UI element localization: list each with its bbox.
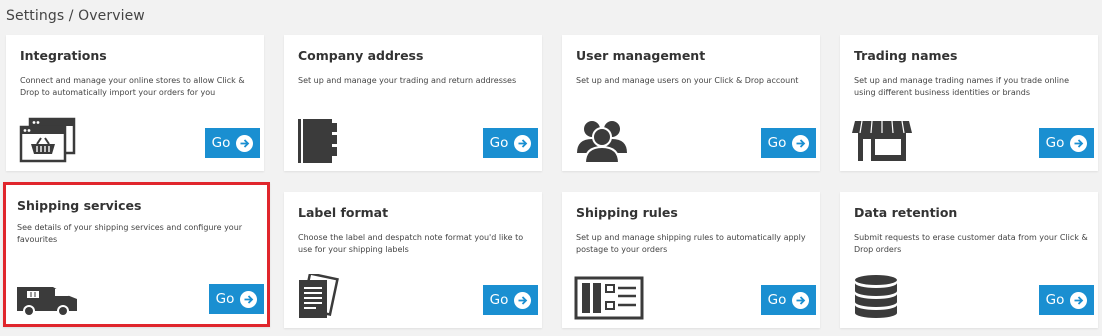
database-icon <box>852 274 912 320</box>
card-description: See details of your shipping services an… <box>17 223 243 244</box>
card-description: Connect and manage your online stores to… <box>20 76 245 97</box>
go-button-label: Go <box>1045 292 1065 308</box>
delivery-van-icon <box>15 273 81 319</box>
users-icon <box>574 117 634 164</box>
card-company-address: Company address Set up and manage your t… <box>284 35 542 171</box>
card-label-format: Label format Choose the label and despat… <box>284 192 542 328</box>
go-button-label: Go <box>767 292 787 308</box>
go-button[interactable]: Go <box>209 284 264 314</box>
go-button[interactable]: Go <box>761 128 816 158</box>
online-store-icon <box>18 117 78 163</box>
breadcrumb: Settings / Overview <box>6 8 145 24</box>
go-button-label: Go <box>489 292 509 308</box>
arrow-right-icon <box>1070 134 1088 152</box>
go-button-label: Go <box>1045 135 1065 151</box>
card-shipping-services: Shipping services See details of your sh… <box>3 182 270 327</box>
card-data-retention: Data retention Submit requests to erase … <box>840 192 1098 328</box>
card-description: Set up and manage your trading and retur… <box>298 76 517 85</box>
card-title: Integrations <box>20 48 107 63</box>
documents-icon <box>296 272 356 320</box>
card-description: Set up and manage users on your Click & … <box>576 76 799 85</box>
go-button-label: Go <box>489 135 509 151</box>
go-button-label: Go <box>767 135 787 151</box>
storefront-icon <box>852 117 912 163</box>
go-button[interactable]: Go <box>1039 285 1094 315</box>
go-button[interactable]: Go <box>205 128 260 158</box>
arrow-right-icon <box>792 134 810 152</box>
go-button[interactable]: Go <box>483 128 538 158</box>
card-title: Shipping services <box>17 198 142 213</box>
go-button[interactable]: Go <box>761 285 816 315</box>
card-title: Trading names <box>854 48 958 63</box>
card-description: Set up and manage shipping rules to auto… <box>576 233 806 254</box>
card-title: User management <box>576 48 706 63</box>
go-button[interactable]: Go <box>483 285 538 315</box>
card-description: Submit requests to erase customer data f… <box>854 233 1088 254</box>
arrow-right-icon <box>514 134 532 152</box>
arrow-right-icon <box>792 291 810 309</box>
arrow-right-icon <box>1070 291 1088 309</box>
go-button-label: Go <box>215 291 235 307</box>
arrow-right-icon <box>514 291 532 309</box>
rules-board-icon <box>574 274 646 320</box>
card-integrations: Integrations Connect and manage your onl… <box>6 35 264 171</box>
card-title: Company address <box>298 48 424 63</box>
card-title: Shipping rules <box>576 205 678 220</box>
arrow-right-icon <box>236 134 254 152</box>
card-user-management: User management Set up and manage users … <box>562 35 820 171</box>
go-button[interactable]: Go <box>1039 128 1094 158</box>
card-shipping-rules: Shipping rules Set up and manage shippin… <box>562 192 820 328</box>
card-description: Set up and manage trading names if you t… <box>854 76 1069 97</box>
card-title: Label format <box>298 205 389 220</box>
card-trading-names: Trading names Set up and manage trading … <box>840 35 1098 171</box>
go-button-label: Go <box>211 135 231 151</box>
card-title: Data retention <box>854 205 958 220</box>
card-description: Choose the label and despatch note forma… <box>298 233 524 254</box>
address-book-icon <box>296 117 356 163</box>
arrow-right-icon <box>240 290 258 308</box>
